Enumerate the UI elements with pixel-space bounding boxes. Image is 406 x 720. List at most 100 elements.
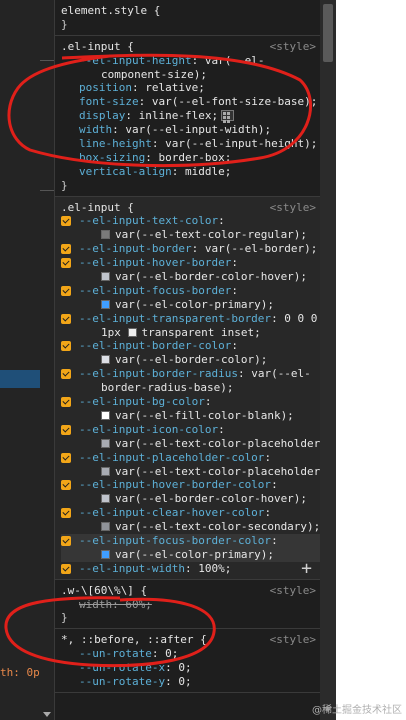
declaration-line[interactable]: var(--el-text-color-placeholder xyxy=(61,437,320,451)
declaration-checkbox[interactable] xyxy=(61,397,71,408)
rule-origin-link[interactable]: <style> xyxy=(270,633,316,647)
declaration-line[interactable]: --el-input-text-color: xyxy=(61,214,320,228)
scrollbar-thumb[interactable] xyxy=(323,4,333,62)
property-value[interactable]: transparent inset; xyxy=(142,326,261,339)
rule-selector[interactable]: .el-input { xyxy=(61,201,134,214)
declaration-line[interactable]: position: relative; xyxy=(61,81,320,95)
rule-origin-link[interactable]: <style> xyxy=(270,584,316,598)
declaration-line[interactable]: --un-rotate-x: 0; xyxy=(61,661,320,675)
declaration-checkbox[interactable] xyxy=(61,258,71,269)
property-value[interactable]: : xyxy=(264,506,271,519)
declaration-line[interactable]: --el-input-clear-hover-color: xyxy=(61,506,320,520)
declaration-line[interactable]: --el-input-height: var(--el- xyxy=(61,54,320,68)
property-value[interactable]: component-size); xyxy=(101,68,207,81)
property-value[interactable]: : xyxy=(264,451,271,464)
declaration-line[interactable]: var(--el-border-color); xyxy=(61,353,320,367)
property-name[interactable]: --el-input-transparent-border xyxy=(79,312,271,325)
declaration-line[interactable]: --un-rotate-y: 0; xyxy=(61,675,320,689)
declaration-checkbox[interactable] xyxy=(61,452,71,463)
rule-selector[interactable]: *, ::before, ::after { xyxy=(61,633,207,646)
declaration-line[interactable]: border-radius-base); xyxy=(61,381,320,395)
property-value[interactable]: : xyxy=(218,214,225,227)
property-value[interactable]: border-radius-base); xyxy=(101,381,233,394)
flexbox-editor-icon[interactable] xyxy=(221,110,235,124)
color-swatch[interactable] xyxy=(101,299,110,309)
color-swatch[interactable] xyxy=(101,438,110,448)
declaration-line[interactable]: --el-input-border-radius: var(--el- xyxy=(61,367,320,381)
declaration-line[interactable]: vertical-align: middle; xyxy=(61,165,320,179)
color-swatch[interactable] xyxy=(101,522,110,532)
declaration-checkbox[interactable] xyxy=(61,244,71,255)
declaration-line[interactable]: --el-input-hover-border-color: xyxy=(61,478,320,492)
color-swatch[interactable] xyxy=(101,466,110,476)
chevron-down-icon[interactable] xyxy=(43,712,51,717)
declaration-line[interactable]: 1px transparent inset; xyxy=(61,326,320,340)
rule-selector[interactable]: .w-\[60\%\] { xyxy=(61,584,147,597)
property-name[interactable]: vertical-align xyxy=(79,165,172,178)
add-declaration-button[interactable]: + xyxy=(301,559,312,577)
declaration-line[interactable]: var(--el-border-color-hover); xyxy=(61,270,320,284)
color-swatch[interactable] xyxy=(101,549,110,559)
property-value[interactable]: var(--el-fill-color-blank); xyxy=(115,409,294,422)
color-swatch[interactable] xyxy=(101,272,110,282)
property-value[interactable]: : inline-flex; xyxy=(125,109,218,122)
property-value[interactable]: : xyxy=(231,284,238,297)
property-name[interactable]: --el-input-focus-border-color xyxy=(79,534,271,547)
property-value[interactable]: : xyxy=(218,423,225,436)
property-name[interactable]: --el-input-width xyxy=(79,562,185,575)
property-name[interactable]: --el-input-height xyxy=(79,54,192,67)
declaration-line[interactable]: font-size: var(--el-font-size-base); xyxy=(61,95,320,109)
styles-scrollbar[interactable] xyxy=(320,0,336,720)
property-value[interactable]: var(--el-border-color); xyxy=(115,353,267,366)
declaration-line[interactable]: --el-input-border-color: xyxy=(61,339,320,353)
color-swatch[interactable] xyxy=(101,494,110,504)
property-name[interactable]: --el-input-icon-color xyxy=(79,423,218,436)
property-value[interactable]: 1px xyxy=(101,326,128,339)
declaration-line[interactable]: --el-input-width: 100%; + xyxy=(61,559,320,577)
property-value[interactable]: : var(--el-font-size-base); xyxy=(139,95,318,108)
property-value[interactable]: var(--el-text-color-placeholder xyxy=(115,437,320,450)
rule-origin-link[interactable]: <style> xyxy=(270,40,316,54)
rule-selector[interactable]: .el-input { xyxy=(61,40,134,53)
property-value[interactable]: : relative; xyxy=(132,81,205,94)
declaration-line[interactable]: width: var(--el-input-width); xyxy=(61,123,320,137)
declaration-line[interactable]: box-sizing: border-box; xyxy=(61,151,320,165)
property-value[interactable]: : var(--el-border); xyxy=(192,242,318,255)
property-value[interactable]: : var(--el- xyxy=(238,367,311,380)
property-name[interactable]: --el-input-text-color xyxy=(79,214,218,227)
declaration-checkbox[interactable] xyxy=(61,480,71,491)
declaration-line[interactable]: var(--el-color-primary); xyxy=(61,547,320,562)
property-name[interactable]: display xyxy=(79,109,125,122)
declaration-line[interactable]: var(--el-color-primary); xyxy=(61,298,320,312)
property-name[interactable]: --el-input-clear-hover-color xyxy=(79,506,264,519)
property-value[interactable]: : middle; xyxy=(172,165,232,178)
declaration-line[interactable]: --un-rotate: 0; xyxy=(61,647,320,661)
property-name[interactable]: --el-input-hover-border xyxy=(79,256,231,269)
declaration-line[interactable]: --el-input-border: var(--el-border); xyxy=(61,242,320,256)
declaration-checkbox[interactable] xyxy=(61,508,71,519)
property-name[interactable]: box-sizing xyxy=(79,151,145,164)
color-swatch[interactable] xyxy=(101,230,110,240)
property-name[interactable]: --un-rotate-x xyxy=(79,661,165,674)
declaration-line[interactable]: var(--el-text-color-secondary); xyxy=(61,520,320,534)
declaration-line[interactable]: --el-input-focus-border: xyxy=(61,284,320,298)
property-value[interactable]: : var(--el-input-width); xyxy=(112,123,271,136)
property-name[interactable]: --un-rotate xyxy=(79,647,152,660)
declaration-line[interactable]: var(--el-border-color-hover); xyxy=(61,492,320,506)
declaration-line[interactable]: line-height: var(--el-input-height); xyxy=(61,137,320,151)
declaration-checkbox[interactable] xyxy=(61,563,71,574)
declaration-checkbox[interactable] xyxy=(61,535,71,546)
property-name[interactable]: --el-input-hover-border-color xyxy=(79,478,271,491)
property-value[interactable]: var(--el-text-color-secondary); xyxy=(115,520,320,533)
property-value[interactable]: : 100%; xyxy=(185,562,231,575)
property-value[interactable]: var(--el-color-primary); xyxy=(115,298,274,311)
color-swatch[interactable] xyxy=(101,355,110,365)
declaration-checkbox[interactable] xyxy=(61,424,71,435)
declaration-line[interactable]: var(--el-fill-color-blank); xyxy=(61,409,320,423)
declaration-line[interactable]: --el-input-focus-border-color: xyxy=(61,533,320,548)
property-value[interactable]: : 0; xyxy=(152,647,179,660)
property-name[interactable]: font-size xyxy=(79,95,139,108)
property-name[interactable]: width xyxy=(79,598,112,611)
property-name[interactable]: position xyxy=(79,81,132,94)
shadow-swatch[interactable] xyxy=(127,327,137,337)
